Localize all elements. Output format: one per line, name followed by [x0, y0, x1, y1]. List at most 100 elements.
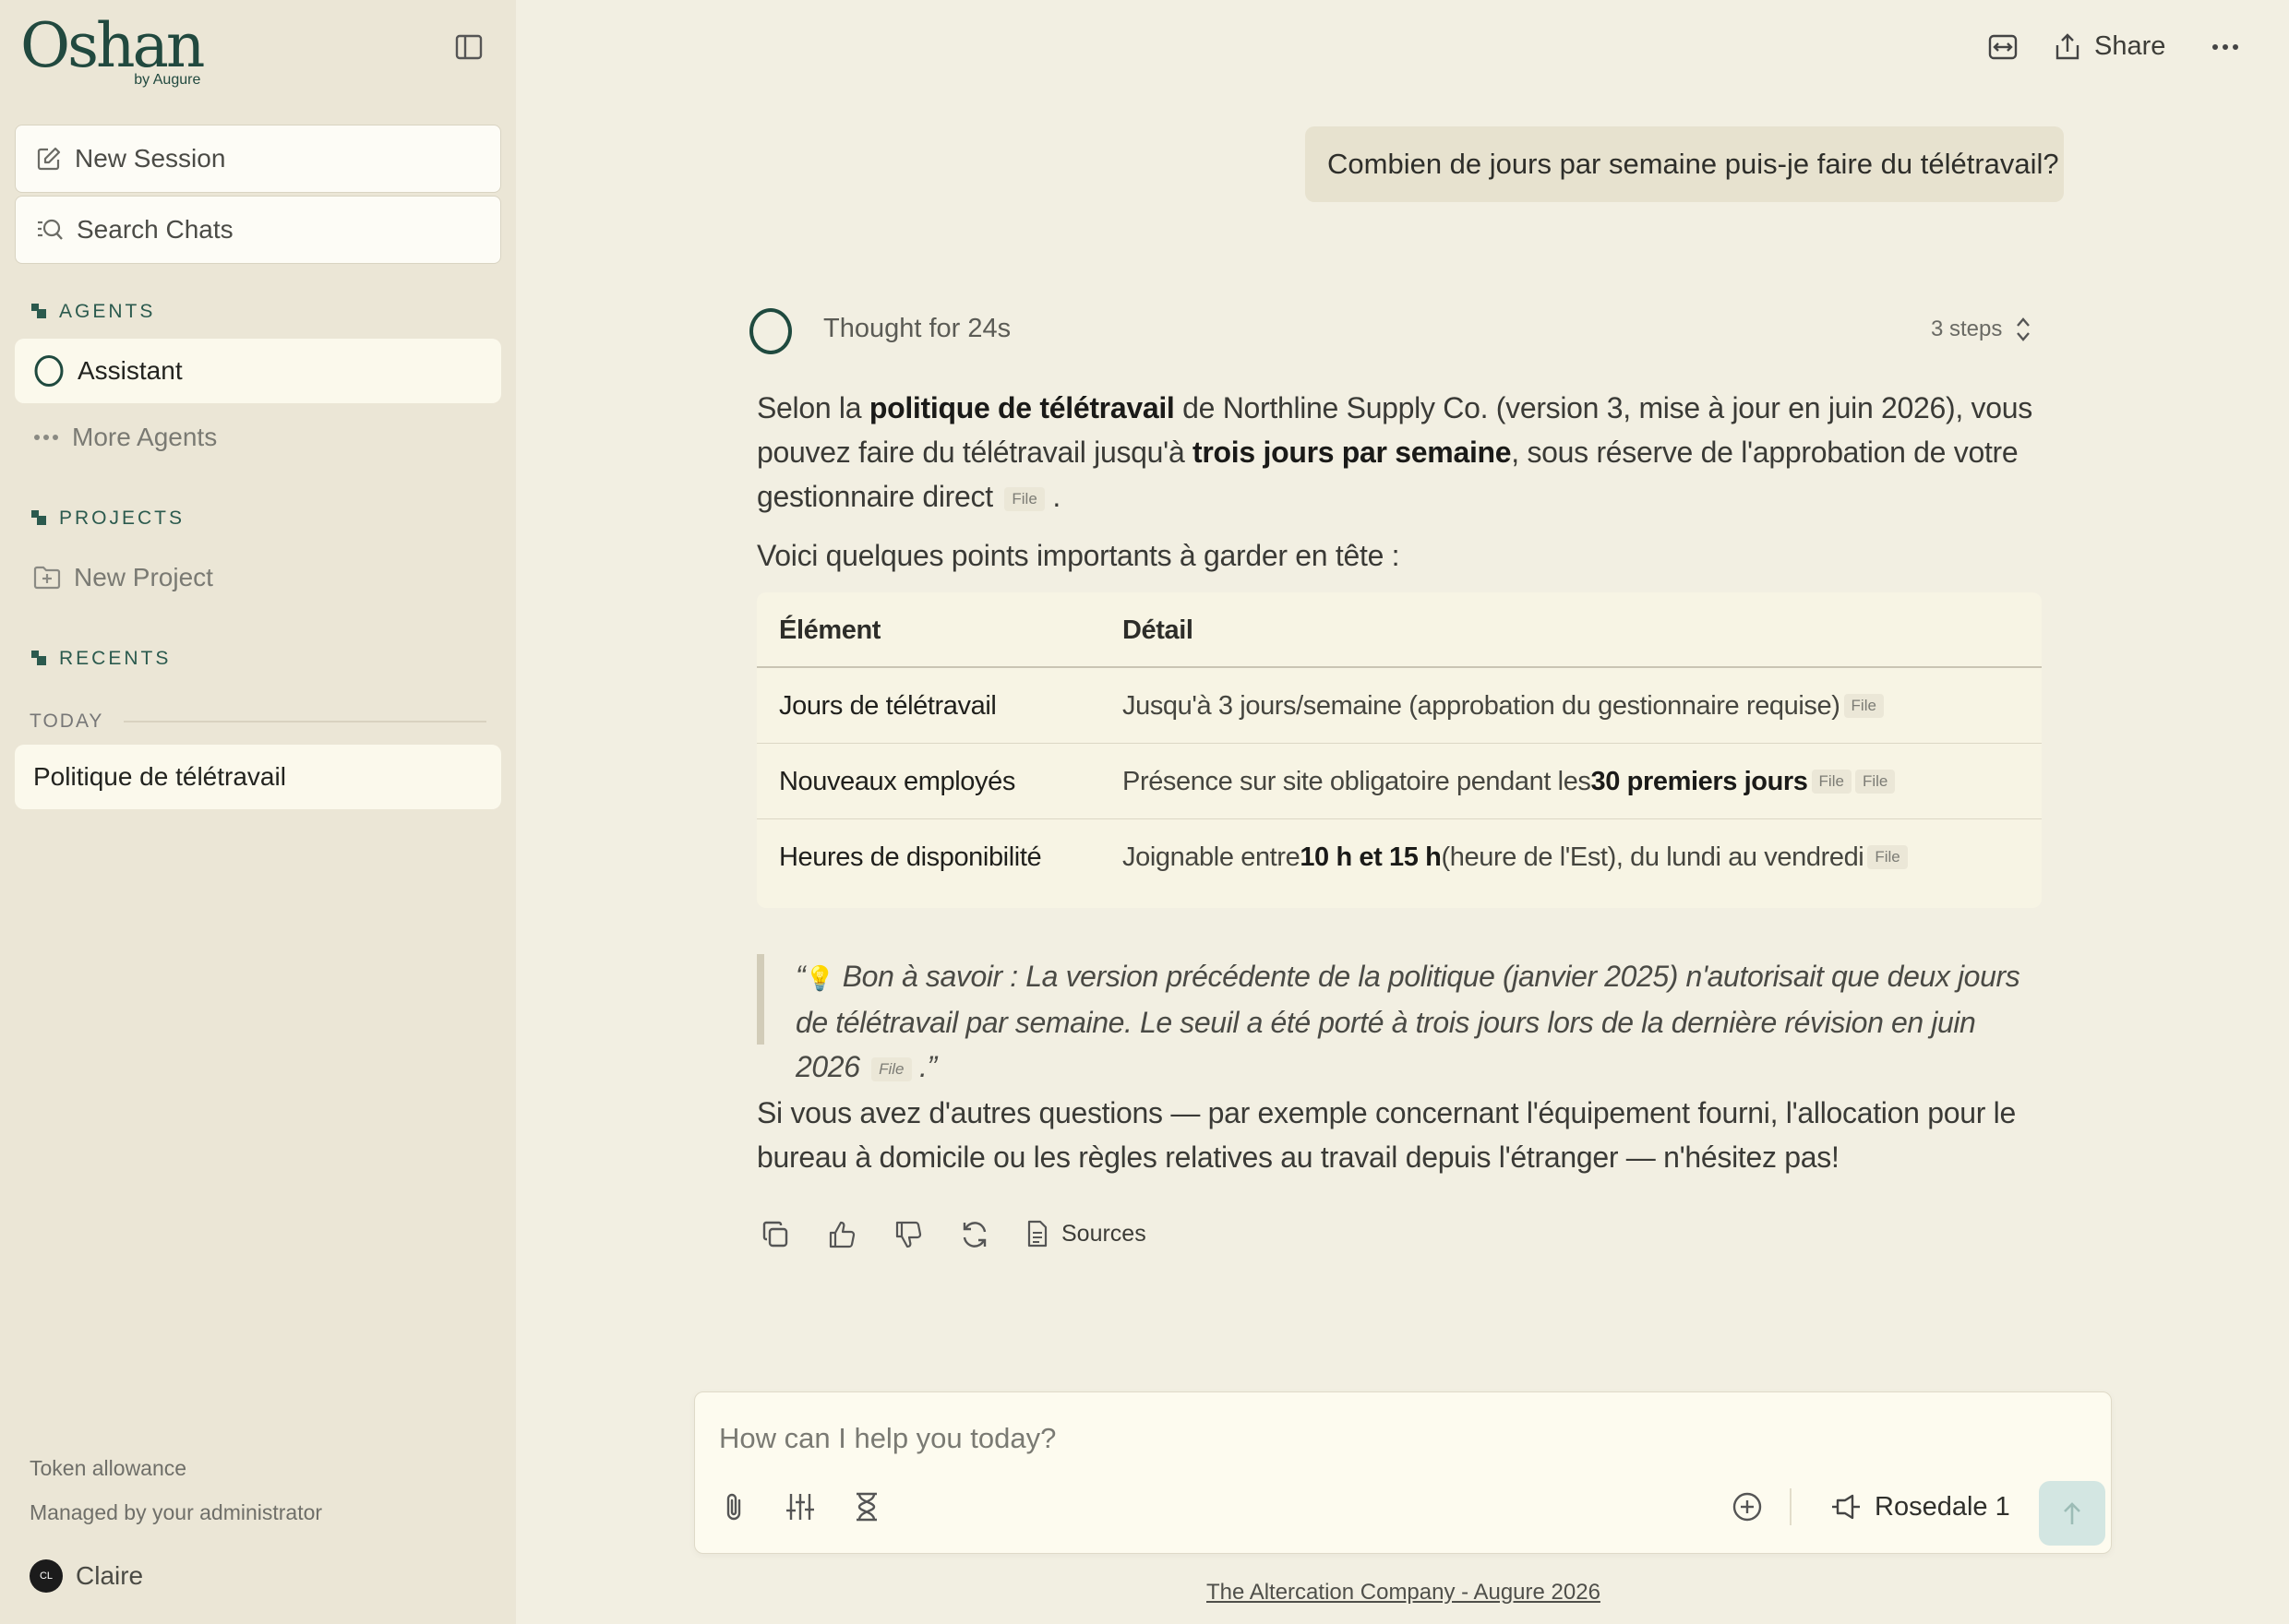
- sources-label: Sources: [1061, 1220, 1146, 1247]
- hourglass-icon[interactable]: [846, 1487, 887, 1527]
- more-options-icon[interactable]: [2211, 42, 2239, 52]
- arrow-up-icon: [2061, 1500, 2083, 1526]
- section-bullet-icon: [31, 304, 48, 320]
- logo-wordmark: Oshan: [20, 10, 205, 81]
- text-run: Joignable entre: [1122, 842, 1300, 872]
- today-divider: TODAY: [30, 710, 486, 733]
- agents-header-label: AGENTS: [59, 301, 156, 322]
- quote-mark: .”: [919, 1050, 937, 1083]
- table-header-cell: Élément: [779, 615, 881, 645]
- search-chats-label: Search Chats: [77, 215, 234, 244]
- table-cell-detail: Joignable entre 10 h et 15 h (heure de l…: [1122, 819, 1908, 895]
- user-message-bubble: Combien de jours par semaine puis-je fai…: [1305, 126, 2064, 202]
- thought-duration[interactable]: Thought for 24s: [823, 314, 1011, 344]
- tip-blockquote: “💡 Bon à savoir : La version précédente …: [757, 954, 2042, 1083]
- user-message-text: Combien de jours par semaine puis-je fai…: [1327, 148, 2059, 180]
- user-menu[interactable]: CL Claire: [30, 1559, 143, 1593]
- answer-paragraph-1: Selon la politique de télétravail de Nor…: [757, 386, 2049, 519]
- text-run: Présence sur site obligatoire pendant le…: [1122, 766, 1591, 796]
- citation-chip[interactable]: File: [1854, 770, 1896, 794]
- edit-icon: [36, 146, 75, 172]
- table-row: Heures de disponibilité Joignable entre …: [757, 819, 2042, 895]
- sources-button[interactable]: Sources: [1026, 1220, 1146, 1248]
- text-run: .: [1052, 480, 1061, 513]
- recents-section-header: RECENTS: [31, 648, 171, 670]
- search-chats-button[interactable]: Search Chats: [15, 196, 501, 264]
- assistant-avatar-icon: [749, 308, 792, 354]
- folder-plus-icon: [33, 565, 61, 591]
- agents-section-header: AGENTS: [31, 301, 155, 323]
- sidebar: Oshan by Augure New Session Search Chats…: [0, 0, 516, 1624]
- token-allowance-label[interactable]: Token allowance: [30, 1456, 186, 1481]
- citation-chip[interactable]: File: [871, 1057, 912, 1081]
- avatar: CL: [30, 1559, 63, 1593]
- citation-chip[interactable]: File: [1843, 694, 1884, 718]
- answer-paragraph-3: Si vous avez d'autres questions — par ex…: [757, 1096, 2016, 1174]
- section-bullet-icon: [31, 510, 48, 527]
- footer-link[interactable]: The Altercation Company - Augure 2026: [1206, 1580, 1600, 1606]
- recents-header-label: RECENTS: [59, 648, 172, 669]
- steps-toggle[interactable]: 3 steps: [1931, 316, 2031, 343]
- new-session-button[interactable]: New Session: [15, 125, 501, 193]
- recent-chat-item[interactable]: Politique de télétravail: [15, 745, 501, 809]
- sliders-icon[interactable]: [780, 1487, 821, 1527]
- sidebar-item-assistant[interactable]: Assistant: [15, 339, 501, 403]
- user-name: Claire: [76, 1561, 144, 1590]
- divider: [1790, 1488, 1792, 1525]
- text-run: (heure de l'Est), du lundi au vendredi: [1441, 842, 1864, 872]
- new-session-label: New Session: [75, 144, 226, 173]
- app-logo[interactable]: Oshan by Augure: [20, 10, 205, 89]
- composer: Rosedale 1: [694, 1391, 2112, 1554]
- thumbs-down-icon[interactable]: [890, 1216, 927, 1253]
- model-name: Rosedale 1: [1875, 1491, 2010, 1522]
- model-icon: [1830, 1493, 1875, 1521]
- logo-subtitle: by Augure: [134, 72, 201, 88]
- chevron-up-down-icon: [2002, 316, 2031, 343]
- more-dots-icon: [33, 433, 59, 442]
- table-header-cell: Détail: [1122, 615, 1193, 645]
- citation-chip[interactable]: File: [1004, 486, 1045, 511]
- table-cell-element: Heures de disponibilité: [779, 842, 1042, 872]
- sidebar-item-label: Assistant: [78, 356, 183, 385]
- share-icon: [2054, 32, 2094, 62]
- search-icon: [36, 217, 77, 243]
- recent-chat-label: Politique de télétravail: [33, 762, 286, 791]
- thumbs-up-icon[interactable]: [823, 1216, 860, 1253]
- regenerate-icon[interactable]: [956, 1216, 993, 1253]
- citation-chip[interactable]: File: [1811, 770, 1852, 794]
- lightbulb-icon: 💡: [805, 964, 835, 992]
- steps-label: 3 steps: [1931, 316, 2003, 341]
- share-label: Share: [2094, 31, 2166, 61]
- table-cell-element: Jours de télétravail: [779, 690, 997, 721]
- bold-run: 30 premiers jours: [1590, 766, 1808, 796]
- sidebar-item-label: New Project: [74, 563, 213, 591]
- table-header-row: Élément Détail: [757, 592, 2042, 668]
- citation-chip[interactable]: File: [1867, 845, 1908, 869]
- table-row: Jours de télétravail Jusqu'à 3 jours/sem…: [757, 668, 2042, 744]
- sidebar-toggle-icon[interactable]: [452, 31, 485, 63]
- policy-table: Élément Détail Jours de télétravail Jusq…: [757, 592, 2042, 908]
- projects-header-label: PROJECTS: [59, 508, 186, 529]
- assistant-icon: [33, 354, 65, 388]
- send-button[interactable]: [2039, 1481, 2105, 1546]
- paperclip-icon[interactable]: [713, 1487, 754, 1527]
- copy-icon[interactable]: [757, 1216, 794, 1253]
- table-cell-element: Nouveaux employés: [779, 766, 1015, 796]
- sidebar-item-more-agents[interactable]: More Agents: [15, 405, 501, 470]
- table-cell-detail: Jusqu'à 3 jours/semaine (approbation du …: [1122, 668, 1884, 744]
- expand-width-icon[interactable]: [1988, 33, 2018, 61]
- message-input[interactable]: [719, 1413, 2011, 1464]
- managed-by-label: Managed by your administrator: [30, 1500, 323, 1524]
- section-bullet-icon: [31, 651, 48, 667]
- add-circle-icon[interactable]: [1727, 1487, 1768, 1527]
- projects-section-header: PROJECTS: [31, 508, 185, 530]
- bold-run: trois jours par semaine: [1192, 436, 1512, 469]
- sidebar-item-new-project[interactable]: New Project: [15, 545, 501, 610]
- table-row: Nouveaux employés Présence sur site obli…: [757, 744, 2042, 819]
- bold-run: politique de télétravail: [869, 391, 1175, 424]
- share-button[interactable]: Share: [2054, 31, 2165, 62]
- quote-mark: “: [796, 960, 806, 993]
- today-label: TODAY: [30, 710, 104, 732]
- model-selector[interactable]: Rosedale 1: [1830, 1487, 2010, 1527]
- sidebar-item-label: More Agents: [72, 423, 218, 451]
